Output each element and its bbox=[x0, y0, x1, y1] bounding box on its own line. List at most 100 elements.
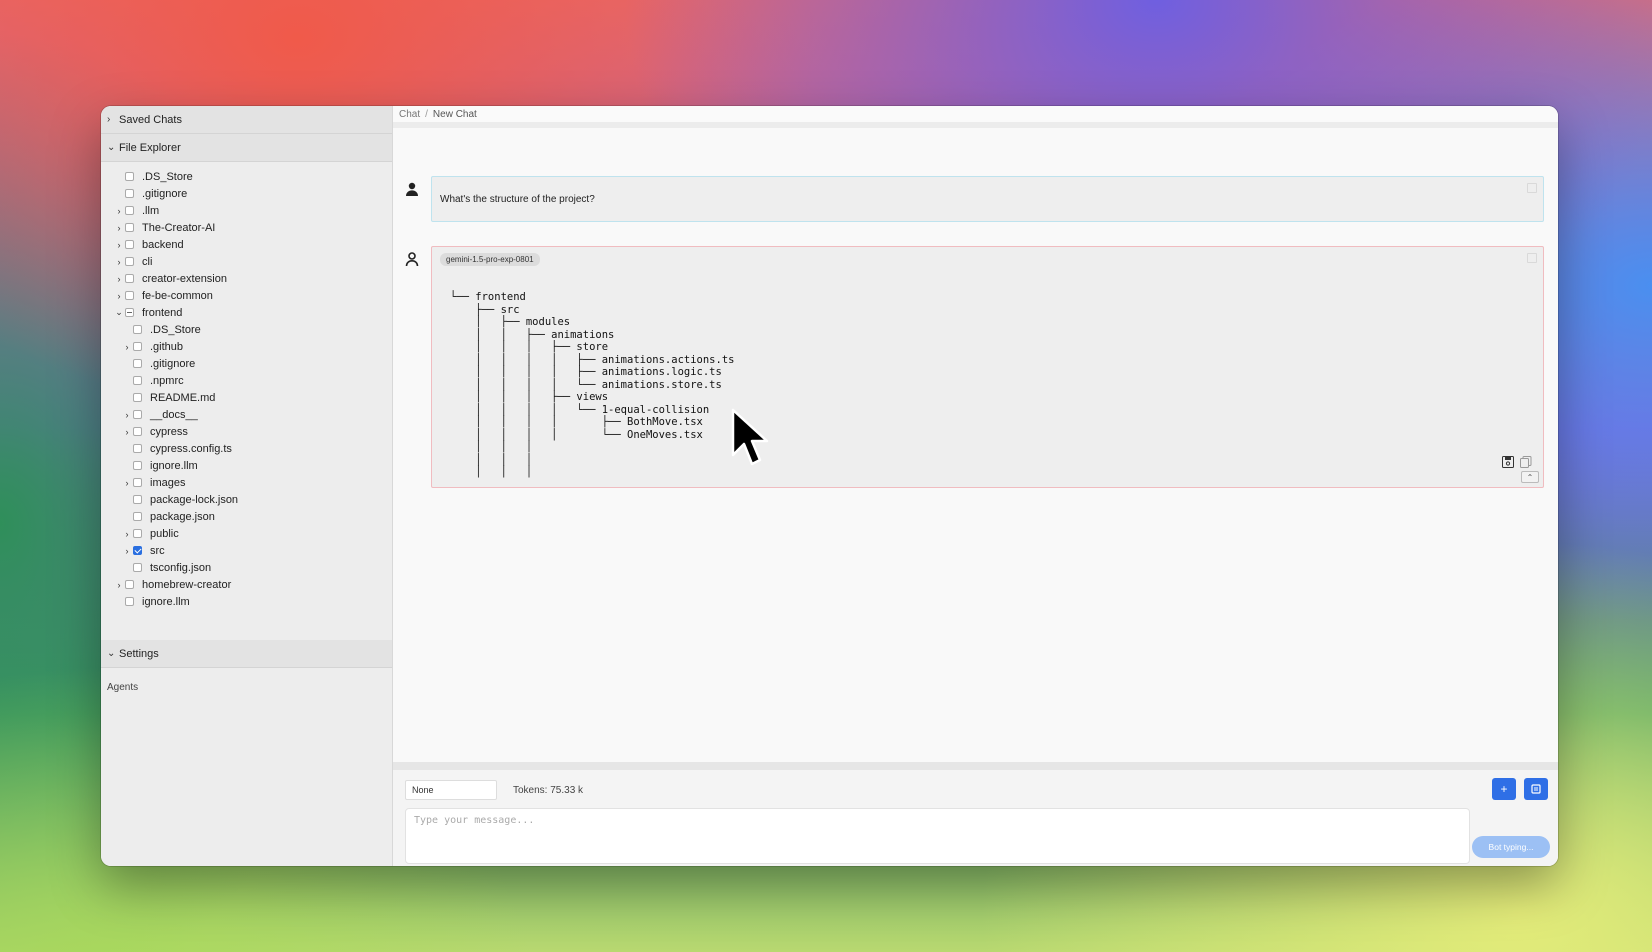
file-checkbox[interactable] bbox=[133, 325, 142, 334]
file-name: .gitignore bbox=[150, 357, 196, 370]
bot-typing-button[interactable]: Bot typing... bbox=[1472, 836, 1550, 858]
file-tree-item[interactable]: › The-Creator-AI bbox=[101, 219, 392, 236]
chevron-down-icon: ⌄ bbox=[107, 142, 116, 153]
file-checkbox[interactable] bbox=[133, 342, 142, 351]
file-checkbox[interactable] bbox=[125, 206, 134, 215]
document-icon bbox=[1531, 784, 1541, 794]
file-tree-item[interactable]: › cli bbox=[101, 253, 392, 270]
settings-header[interactable]: ⌄ Settings bbox=[101, 640, 392, 668]
chevron-right-icon[interactable]: › bbox=[121, 478, 133, 488]
file-checkbox[interactable] bbox=[125, 240, 134, 249]
file-tree-item[interactable]: tsconfig.json bbox=[101, 559, 392, 576]
file-tree-item[interactable]: › homebrew-creator bbox=[101, 576, 392, 593]
file-tree-item[interactable]: › creator-extension bbox=[101, 270, 392, 287]
composer: None Tokens: 75.33 k + Bot typing... bbox=[393, 762, 1558, 866]
file-name: public bbox=[150, 527, 179, 540]
file-tree-item[interactable]: › .llm bbox=[101, 202, 392, 219]
file-checkbox[interactable] bbox=[133, 393, 142, 402]
bot-message-tree: └── frontend ├── src │ ├── modules │ │ ├… bbox=[450, 291, 735, 478]
file-tree-item[interactable]: .gitignore bbox=[101, 185, 392, 202]
file-checkbox[interactable] bbox=[133, 478, 142, 487]
file-tree-item[interactable]: › .github bbox=[101, 338, 392, 355]
user-avatar-icon bbox=[406, 182, 418, 196]
file-checkbox[interactable] bbox=[133, 563, 142, 572]
save-icon[interactable] bbox=[1501, 455, 1515, 469]
attach-button[interactable] bbox=[1524, 778, 1548, 800]
file-tree-item[interactable]: README.md bbox=[101, 389, 392, 406]
file-tree-item[interactable]: cypress.config.ts bbox=[101, 440, 392, 457]
copy-icon[interactable] bbox=[1519, 455, 1533, 469]
chevron-down-icon: ⌄ bbox=[107, 648, 116, 659]
file-name: package-lock.json bbox=[150, 493, 239, 506]
file-tree-item[interactable]: .gitignore bbox=[101, 355, 392, 372]
agents-label[interactable]: Agents bbox=[101, 668, 392, 693]
file-tree-item[interactable]: .npmrc bbox=[101, 372, 392, 389]
file-checkbox[interactable] bbox=[125, 291, 134, 300]
file-checkbox[interactable] bbox=[133, 410, 142, 419]
model-tag: gemini-1.5-pro-exp-0801 bbox=[440, 253, 540, 266]
file-checkbox[interactable] bbox=[133, 427, 142, 436]
file-checkbox[interactable] bbox=[133, 461, 142, 470]
file-name: .npmrc bbox=[150, 374, 184, 387]
file-tree-item[interactable]: package-lock.json bbox=[101, 491, 392, 508]
file-checkbox[interactable] bbox=[125, 580, 134, 589]
file-tree-item[interactable]: ⌄ frontend bbox=[101, 304, 392, 321]
file-tree-item[interactable]: ignore.llm bbox=[101, 593, 392, 610]
chevron-down-icon[interactable]: ⌄ bbox=[113, 307, 125, 318]
chevron-right-icon[interactable]: › bbox=[113, 223, 125, 233]
file-tree-item[interactable]: › __docs__ bbox=[101, 406, 392, 423]
chevron-right-icon[interactable]: › bbox=[113, 274, 125, 284]
chevron-right-icon[interactable]: › bbox=[121, 342, 133, 352]
chevron-right-icon[interactable]: › bbox=[113, 580, 125, 590]
file-tree-item[interactable]: › images bbox=[101, 474, 392, 491]
file-checkbox[interactable] bbox=[133, 376, 142, 385]
file-tree-item[interactable]: › src bbox=[101, 542, 392, 559]
chevron-right-icon[interactable]: › bbox=[113, 257, 125, 267]
breadcrumb-chat[interactable]: Chat bbox=[399, 109, 420, 120]
file-name: creator-extension bbox=[142, 272, 227, 285]
file-tree-item[interactable]: › public bbox=[101, 525, 392, 542]
file-checkbox[interactable] bbox=[133, 359, 142, 368]
file-name: .DS_Store bbox=[142, 170, 193, 183]
file-checkbox[interactable] bbox=[125, 597, 134, 606]
message-input[interactable] bbox=[405, 808, 1470, 864]
collapse-button[interactable]: ⌃ bbox=[1521, 471, 1539, 483]
file-name: cypress bbox=[150, 425, 188, 438]
chevron-right-icon[interactable]: › bbox=[113, 291, 125, 301]
file-checkbox[interactable] bbox=[125, 308, 134, 317]
bot-message: gemini-1.5-pro-exp-0801 └── frontend ├──… bbox=[405, 246, 1544, 488]
file-checkbox[interactable] bbox=[133, 512, 142, 521]
file-tree-item[interactable]: .DS_Store bbox=[101, 168, 392, 185]
file-checkbox[interactable] bbox=[125, 274, 134, 283]
file-checkbox[interactable] bbox=[133, 529, 142, 538]
chevron-right-icon[interactable]: › bbox=[113, 206, 125, 216]
file-checkbox[interactable] bbox=[125, 172, 134, 181]
file-tree-item[interactable]: .DS_Store bbox=[101, 321, 392, 338]
file-checkbox[interactable] bbox=[133, 444, 142, 453]
file-name: tsconfig.json bbox=[150, 561, 212, 574]
file-tree-item[interactable]: › cypress bbox=[101, 423, 392, 440]
file-checkbox[interactable] bbox=[133, 546, 142, 555]
file-tree-item[interactable]: ignore.llm bbox=[101, 457, 392, 474]
add-button[interactable]: + bbox=[1492, 778, 1516, 800]
file-name: The-Creator-AI bbox=[142, 221, 216, 234]
file-explorer-header[interactable]: ⌄ File Explorer bbox=[101, 134, 392, 162]
edit-icon[interactable] bbox=[1527, 183, 1537, 193]
file-tree-item[interactable]: package.json bbox=[101, 508, 392, 525]
chevron-right-icon[interactable]: › bbox=[121, 410, 133, 420]
saved-chats-header[interactable]: › Saved Chats bbox=[101, 106, 392, 134]
file-checkbox[interactable] bbox=[125, 223, 134, 232]
file-name: cli bbox=[142, 255, 153, 268]
edit-icon[interactable] bbox=[1527, 253, 1537, 263]
agent-select[interactable]: None bbox=[405, 780, 497, 800]
chevron-right-icon[interactable]: › bbox=[121, 427, 133, 437]
file-checkbox[interactable] bbox=[133, 495, 142, 504]
chevron-right-icon[interactable]: › bbox=[121, 529, 133, 539]
file-tree-item[interactable]: › fe-be-common bbox=[101, 287, 392, 304]
file-checkbox[interactable] bbox=[125, 257, 134, 266]
file-tree-item[interactable]: › backend bbox=[101, 236, 392, 253]
chevron-right-icon[interactable]: › bbox=[121, 546, 133, 556]
file-checkbox[interactable] bbox=[125, 189, 134, 198]
bot-avatar-icon bbox=[405, 252, 419, 267]
chevron-right-icon[interactable]: › bbox=[113, 240, 125, 250]
